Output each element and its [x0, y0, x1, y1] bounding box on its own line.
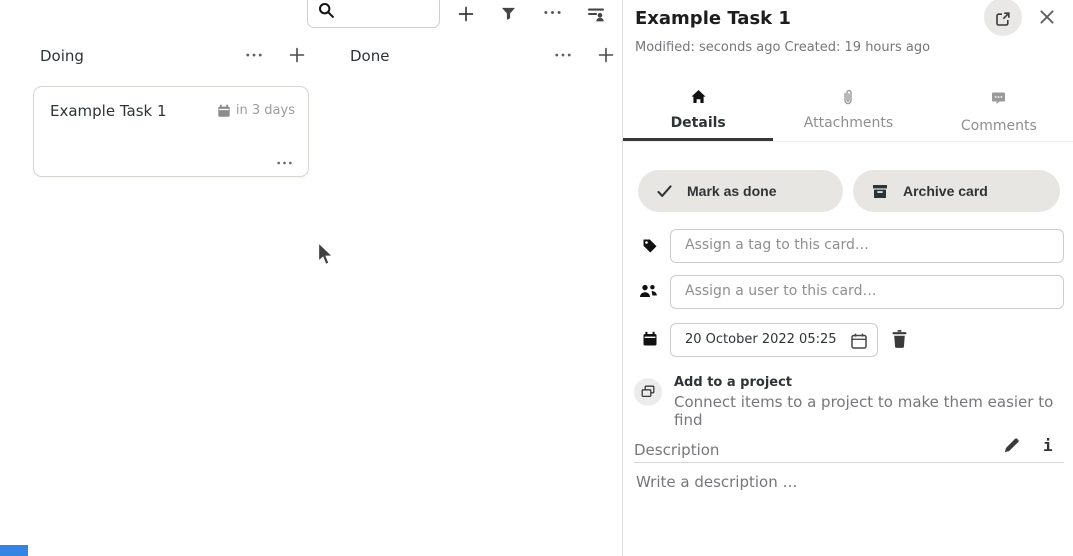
calendar-icon	[217, 104, 231, 118]
date-picker-icon[interactable]	[850, 332, 868, 350]
check-icon	[657, 185, 672, 198]
tab-attachments[interactable]: Attachments	[773, 86, 923, 141]
archive-icon	[872, 184, 888, 199]
task-card[interactable]: Example Task 1 in 3 days	[33, 86, 309, 177]
filter-icon[interactable]	[501, 7, 516, 21]
doing-column-menu-icon[interactable]	[246, 53, 262, 57]
search-input[interactable]	[340, 4, 432, 19]
description-divider	[634, 462, 1064, 463]
add-to-project-icon[interactable]	[634, 378, 662, 406]
due-date-field[interactable]: 20 October 2022 05:25	[670, 323, 878, 357]
search-box[interactable]	[307, 0, 440, 28]
tag-input[interactable]	[685, 237, 1045, 253]
tabs-divider	[623, 141, 1073, 142]
panel-meta: Modified: seconds ago Created: 19 hours …	[635, 40, 930, 55]
close-icon[interactable]	[1038, 8, 1056, 26]
description-info-icon[interactable]: i	[1043, 436, 1053, 455]
open-in-window-button[interactable]	[984, 0, 1022, 36]
task-detail-panel: Example Task 1 Modified: seconds ago Cre…	[622, 0, 1073, 556]
doing-add-card-icon[interactable]	[289, 47, 305, 63]
archive-card-button[interactable]: Archive card	[853, 170, 1060, 212]
add-card-button[interactable]	[458, 6, 474, 22]
add-to-project-title[interactable]: Add to a project	[674, 375, 792, 390]
card-title: Example Task 1	[50, 102, 167, 120]
column-title-doing: Doing	[40, 47, 84, 65]
tag-entry[interactable]	[670, 229, 1064, 263]
user-input[interactable]	[685, 283, 1045, 299]
board-menu-icon[interactable]	[544, 10, 561, 15]
background-window-fragment	[0, 545, 28, 556]
home-icon	[690, 89, 707, 106]
column-title-done: Done	[350, 47, 389, 65]
board-users-icon[interactable]	[587, 5, 605, 23]
search-icon	[318, 2, 335, 19]
open-external-icon	[995, 11, 1011, 27]
due-calendar-icon	[642, 331, 658, 347]
description-placeholder[interactable]: Write a description …	[636, 473, 798, 491]
done-column-menu-icon[interactable]	[555, 53, 571, 57]
card-menu-icon[interactable]	[277, 161, 292, 165]
card-due-date: in 3 days	[217, 103, 295, 118]
due-date-value: 20 October 2022 05:25	[685, 332, 837, 347]
remove-due-date-icon[interactable]	[891, 329, 908, 348]
app-window: Doing Done Example Task 1 in 3 days Exam…	[0, 0, 1073, 556]
tab-details[interactable]: Details	[623, 86, 773, 141]
panel-tabs: Details Attachments Comments	[623, 86, 1073, 141]
add-to-project-subtitle: Connect items to a project to make them …	[674, 393, 1073, 429]
description-label: Description	[634, 441, 719, 459]
comment-icon	[991, 92, 1006, 109]
tag-icon	[642, 238, 658, 254]
card-due-label: in 3 days	[236, 103, 295, 118]
user-entry[interactable]	[670, 275, 1064, 309]
panel-title: Example Task 1	[635, 8, 791, 29]
users-icon	[639, 284, 658, 298]
mark-as-done-button[interactable]: Mark as done	[638, 170, 843, 212]
done-add-card-icon[interactable]	[598, 47, 614, 63]
paperclip-icon	[841, 89, 855, 106]
mouse-cursor	[317, 241, 335, 267]
tab-comments[interactable]: Comments	[924, 86, 1073, 141]
edit-description-icon[interactable]	[1003, 437, 1020, 454]
